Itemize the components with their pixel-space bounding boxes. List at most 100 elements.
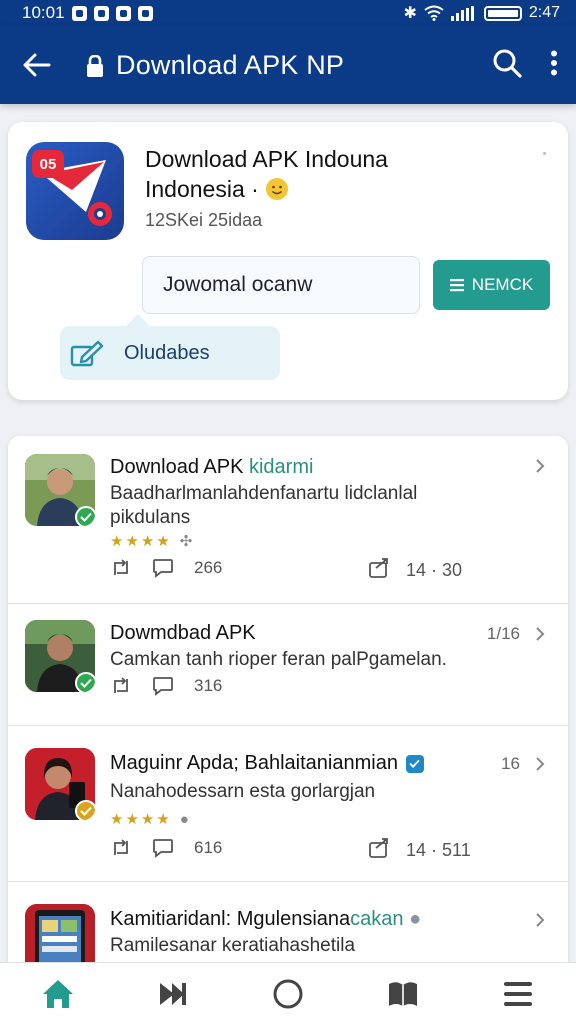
notification-icon bbox=[93, 5, 109, 21]
sparkle-icon: ✣ bbox=[179, 533, 193, 550]
share-button[interactable] bbox=[368, 838, 390, 863]
decorative-dot bbox=[543, 152, 546, 155]
repost-button[interactable] bbox=[110, 676, 132, 696]
status-time: 10:01 bbox=[22, 3, 65, 22]
arrow-left-icon bbox=[23, 53, 51, 77]
page-title: Download APK NP bbox=[116, 49, 345, 80]
post-text: Baadharlmanlahdenfanartu lidclanlal pikd… bbox=[110, 483, 418, 528]
app-title-line2: Indonesia · bbox=[145, 176, 259, 202]
comment-button[interactable] bbox=[152, 838, 174, 858]
like-count: 266 bbox=[194, 558, 223, 577]
app-badge: 05 bbox=[32, 150, 64, 178]
verified-icon bbox=[75, 672, 95, 692]
nav-menu[interactable] bbox=[488, 969, 548, 1019]
like-count: 616 bbox=[194, 838, 223, 857]
feed-list: Download APK kidarmi Baadharlmanlahdenfa… bbox=[8, 436, 568, 976]
post-title-text: Download APK bbox=[110, 456, 249, 478]
rating-stars: ★★★★ ● bbox=[110, 810, 189, 828]
verified-icon bbox=[75, 800, 95, 820]
nav-library[interactable] bbox=[373, 969, 433, 1019]
home-icon bbox=[42, 979, 73, 1008]
share-count: 14 · 511 bbox=[406, 840, 471, 860]
nav-media[interactable] bbox=[143, 969, 203, 1019]
app-bar: Download APK NP bbox=[0, 26, 576, 104]
nav-circle[interactable] bbox=[258, 969, 318, 1019]
post-title-text: Kamitiaridanl: Mgulensiana bbox=[110, 908, 351, 930]
avatar bbox=[25, 620, 95, 692]
post-share-actions: 14 · 511 bbox=[368, 838, 471, 863]
remick-button[interactable]: NEMCK bbox=[433, 260, 550, 310]
status-clock: 2:47 bbox=[528, 4, 560, 21]
post-title: Kamitiaridanl: Mgulensianacakan ● bbox=[110, 908, 421, 931]
lock-icon bbox=[86, 53, 104, 77]
search-icon bbox=[493, 49, 522, 78]
chevron-right-icon[interactable] bbox=[532, 626, 548, 642]
repost-button[interactable] bbox=[110, 838, 132, 858]
chevron-right-icon[interactable] bbox=[532, 458, 548, 474]
post-actions: 266 bbox=[110, 558, 222, 578]
notification-icon bbox=[115, 5, 131, 21]
post-title-accent: cakan bbox=[350, 908, 404, 930]
battery-icon bbox=[483, 5, 522, 21]
more-options-button[interactable] bbox=[550, 50, 558, 81]
notification-icon bbox=[137, 5, 153, 21]
post-actions: 316 bbox=[110, 676, 222, 696]
post-title: Maguinr Apda; Bahlaitanianmian bbox=[110, 752, 424, 775]
comment-button[interactable] bbox=[152, 676, 174, 696]
circle-icon bbox=[273, 979, 303, 1008]
sparkle-icon: ● bbox=[179, 811, 189, 828]
avatar bbox=[25, 454, 95, 526]
share-count: 14 · 30 bbox=[406, 560, 463, 580]
rating-stars: ★★★★ ✣ bbox=[110, 532, 192, 550]
verified-icon bbox=[75, 506, 95, 526]
download-search-input[interactable] bbox=[142, 256, 420, 314]
play-skip-icon bbox=[159, 982, 186, 1005]
nav-home[interactable] bbox=[28, 969, 88, 1019]
edit-icon bbox=[70, 340, 104, 367]
post-title-accent: kidarmi bbox=[248, 456, 314, 478]
list-item[interactable]: Dowmdbad APK 1/16 Camkan tanh rioper fer… bbox=[8, 604, 568, 726]
back-button[interactable] bbox=[20, 48, 54, 82]
repost-icon bbox=[114, 839, 128, 855]
notification-icon bbox=[71, 5, 87, 21]
verified-badge-icon: ● bbox=[409, 908, 422, 930]
app-card: 05 Download APK Indouna Indonesia · 12SK… bbox=[8, 122, 568, 400]
updates-bubble-label: Oludabes bbox=[124, 341, 210, 364]
avatar bbox=[25, 748, 95, 820]
list-icon bbox=[449, 279, 464, 292]
signal-icon bbox=[450, 5, 474, 21]
repost-icon bbox=[114, 559, 128, 575]
rating-stars-text: ★★★★ bbox=[110, 811, 172, 828]
updates-bubble[interactable]: Oludabes bbox=[60, 314, 280, 380]
list-item[interactable]: Download APK kidarmi Baadharlmanlahdenfa… bbox=[8, 436, 568, 604]
post-text: Ramilesanar keratiahashetila bbox=[110, 935, 356, 956]
like-count: 316 bbox=[194, 676, 223, 695]
post-title: Dowmdbad APK bbox=[110, 622, 256, 644]
comment-icon bbox=[153, 677, 173, 696]
post-title: Download APK kidarmi bbox=[110, 456, 313, 479]
search-button[interactable] bbox=[492, 48, 522, 83]
comment-icon bbox=[153, 559, 173, 578]
menu-icon bbox=[504, 981, 533, 1006]
app-title: Download APK Indouna Indonesia · bbox=[145, 144, 388, 204]
wifi-icon bbox=[424, 5, 444, 21]
list-item[interactable]: Maguinr Apda; Bahlaitanianmian 16 Nanaho… bbox=[8, 726, 568, 882]
chevron-right-icon[interactable] bbox=[532, 756, 548, 772]
app-title-line1: Download APK Indouna bbox=[145, 146, 388, 172]
post-actions: 616 bbox=[110, 838, 222, 858]
post-meta: 1/16 bbox=[486, 624, 520, 643]
share-icon bbox=[369, 838, 388, 858]
app-icon[interactable]: 05 bbox=[26, 142, 124, 240]
post-meta: 16 bbox=[501, 754, 520, 773]
bluetooth-icon: ✱ bbox=[403, 5, 417, 22]
repost-button[interactable] bbox=[110, 558, 132, 578]
share-button[interactable] bbox=[368, 558, 390, 583]
comment-icon bbox=[153, 839, 173, 858]
smile-emoji-icon bbox=[265, 178, 288, 200]
post-text: Camkan tanh rioper feran palPgamelan. bbox=[110, 649, 447, 670]
rating-stars-text: ★★★★ bbox=[110, 533, 172, 550]
comment-button[interactable] bbox=[152, 558, 174, 578]
share-icon bbox=[369, 558, 388, 578]
bottom-nav bbox=[0, 962, 576, 1024]
chevron-right-icon[interactable] bbox=[532, 912, 548, 928]
